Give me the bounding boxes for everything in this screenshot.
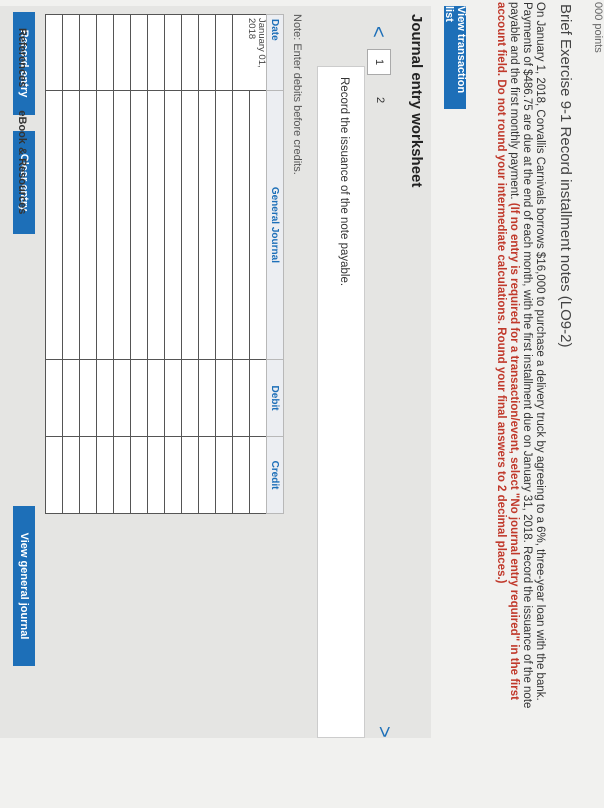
- table-row: [232, 15, 250, 514]
- credit-field[interactable]: [198, 436, 216, 514]
- prev-arrow-icon[interactable]: <: [366, 26, 389, 38]
- instruction-text: Record the issuance of the note payable.: [338, 77, 350, 287]
- credit-field[interactable]: [147, 436, 165, 514]
- account-field[interactable]: [147, 90, 165, 360]
- account-field[interactable]: [232, 90, 250, 360]
- table-row: [113, 14, 131, 514]
- date-field: [45, 14, 63, 91]
- table-row: [79, 14, 97, 514]
- date-field: [181, 14, 199, 91]
- account-field[interactable]: [130, 90, 148, 360]
- credit-field[interactable]: [215, 436, 233, 514]
- credit-field[interactable]: [113, 436, 131, 514]
- ebook-resources-link[interactable]: eBook & Resources: [16, 110, 28, 214]
- next-arrow-icon[interactable]: >: [372, 726, 395, 738]
- screen: 000 points Brief Exercise 9-1 Record ins…: [0, 0, 604, 808]
- instruction-box: Record the issuance of the note payable.: [317, 66, 365, 738]
- debit-field[interactable]: [96, 359, 114, 437]
- credit-field[interactable]: [164, 436, 182, 514]
- account-field[interactable]: [62, 90, 80, 360]
- date-field: [215, 14, 233, 91]
- table-row: [147, 14, 165, 514]
- credit-field[interactable]: [232, 436, 250, 514]
- references-link[interactable]: References: [16, 28, 28, 87]
- account-field[interactable]: [164, 90, 182, 360]
- account-field[interactable]: [181, 90, 199, 360]
- debit-field[interactable]: [113, 359, 131, 437]
- date-field: [96, 14, 114, 91]
- footer-links: References eBook & Resources: [16, 28, 28, 234]
- debit-field[interactable]: [62, 359, 80, 437]
- debit-field[interactable]: [45, 359, 63, 437]
- debits-note: Note: Enter debits before credits.: [291, 14, 303, 175]
- date-field: [113, 14, 131, 91]
- table-row: [96, 14, 114, 514]
- table-row: [198, 14, 216, 514]
- credit-field[interactable]: [181, 436, 199, 514]
- date-field: [79, 14, 97, 91]
- date-header: Date: [266, 14, 284, 91]
- view-transaction-list-button[interactable]: View transaction list: [443, 6, 467, 109]
- credit-field[interactable]: [96, 436, 114, 514]
- tab-1[interactable]: 1: [367, 49, 391, 75]
- problem-statement: On January 1, 2018, Corvallis Carnivals …: [494, 2, 546, 737]
- debit-field[interactable]: [232, 359, 250, 437]
- account-field[interactable]: [198, 90, 216, 360]
- table-row: [45, 14, 63, 514]
- date-field: [147, 14, 165, 91]
- exercise-title: Brief Exercise 9-1 Record installment no…: [557, 4, 574, 348]
- table-row: [181, 14, 199, 514]
- date-field: [130, 14, 148, 91]
- journal-table: Date General Journal Debit Credit Januar…: [45, 14, 284, 514]
- debit-field[interactable]: [79, 359, 97, 437]
- debit-field[interactable]: [249, 359, 267, 437]
- general-journal-header: General Journal: [266, 90, 284, 360]
- date-cell: January 01, 2018: [232, 14, 267, 91]
- date-field: [164, 14, 182, 91]
- debit-field[interactable]: [147, 359, 165, 437]
- account-field[interactable]: [96, 90, 114, 360]
- debit-field[interactable]: [181, 359, 199, 437]
- worksheet-title: Journal entry worksheet: [408, 14, 425, 188]
- table-row: [62, 14, 80, 514]
- tab-2[interactable]: 2: [369, 88, 391, 112]
- credit-field[interactable]: [79, 436, 97, 514]
- debit-field[interactable]: [215, 359, 233, 437]
- debit-header: Debit: [266, 359, 284, 437]
- account-field[interactable]: [113, 90, 131, 360]
- date-field: [62, 14, 80, 91]
- account-field[interactable]: [249, 90, 267, 360]
- table-row: [130, 14, 148, 514]
- credit-header: Credit: [266, 436, 284, 514]
- credit-field[interactable]: [45, 436, 63, 514]
- debit-field[interactable]: [130, 359, 148, 437]
- points-label: 000 points: [592, 2, 604, 53]
- credit-field[interactable]: [62, 436, 80, 514]
- date-field: [198, 14, 216, 91]
- account-field[interactable]: [79, 90, 97, 360]
- table-row: [164, 14, 182, 514]
- journal-entry-worksheet: Journal entry worksheet < 1 2 > Record t…: [0, 6, 431, 738]
- account-field[interactable]: [45, 90, 63, 360]
- table-row: January 01, 2018: [232, 14, 267, 514]
- table-header: Date General Journal Debit Credit: [266, 14, 284, 514]
- credit-field[interactable]: [130, 436, 148, 514]
- debit-field[interactable]: [164, 359, 182, 437]
- account-field[interactable]: [215, 90, 233, 360]
- table-row: [215, 14, 233, 514]
- debit-field[interactable]: [198, 359, 216, 437]
- view-general-journal-button[interactable]: View general journal: [13, 506, 35, 666]
- credit-field[interactable]: [249, 436, 267, 514]
